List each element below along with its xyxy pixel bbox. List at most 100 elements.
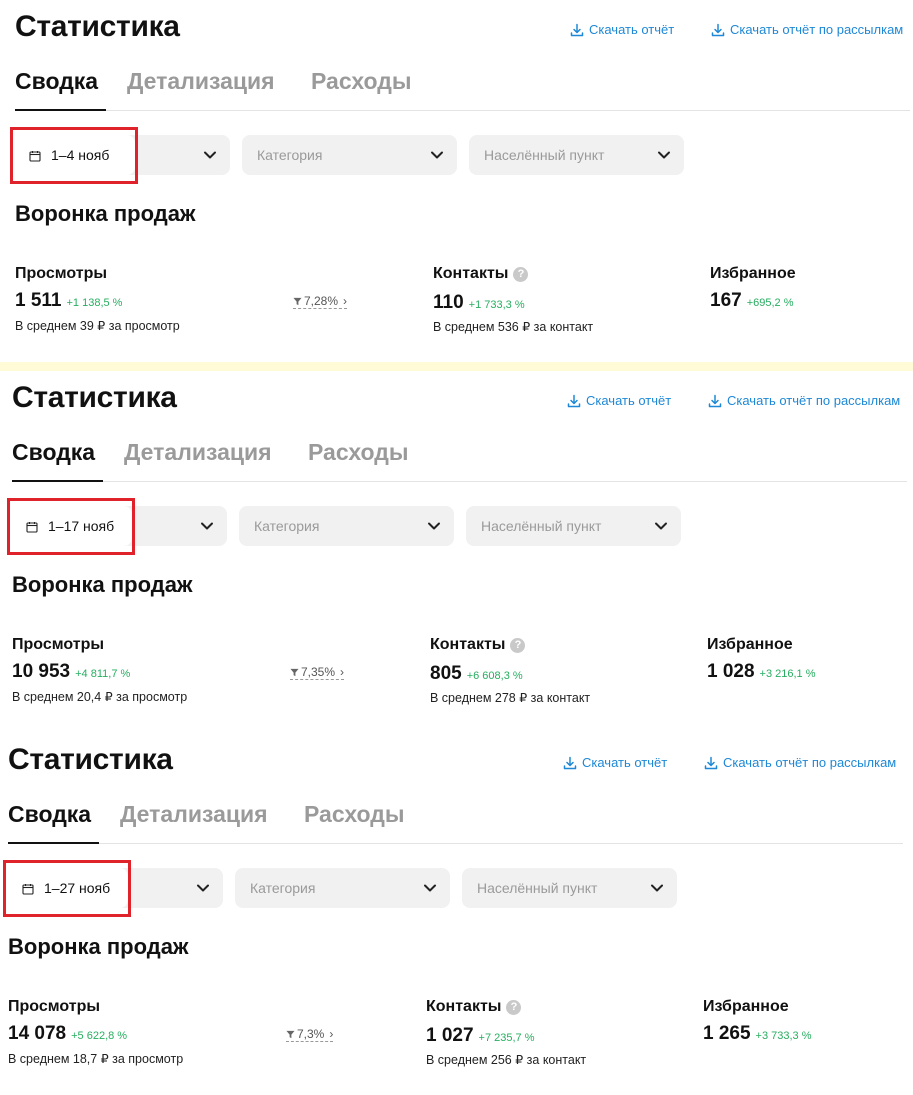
date-range-button[interactable]: 1–27 нояб <box>8 868 128 908</box>
favorites-label: Избранное <box>710 265 796 283</box>
statistics-panel: Статистика Скачать отчёт Скачать отчёт п… <box>0 371 913 733</box>
chevron-down-icon <box>647 878 667 898</box>
contacts-value-row: 110 +1 733,3 % <box>433 292 525 314</box>
download-icon <box>563 756 577 770</box>
funnel-icon <box>293 297 302 306</box>
date-range-select[interactable]: 1–4 нояб <box>15 135 230 175</box>
tab-summary[interactable]: Сводка <box>8 801 91 828</box>
tab-details[interactable]: Детализация <box>120 801 268 828</box>
download-report-link[interactable]: Скачать отчёт <box>570 22 674 37</box>
favorites-value-row: 1 028 +3 216,1 % <box>707 661 816 683</box>
active-tab-underline <box>15 109 106 111</box>
download-report-label: Скачать отчёт <box>582 755 668 770</box>
favorites-value: 167 <box>710 290 742 311</box>
tab-expenses[interactable]: Расходы <box>304 801 405 828</box>
conversion-link[interactable]: 7,3% › <box>286 1027 334 1042</box>
tab-expenses[interactable]: Расходы <box>308 439 409 466</box>
question-icon[interactable]: ? <box>506 999 522 1015</box>
favorites-value: 1 028 <box>707 661 755 682</box>
chevron-down-icon <box>193 878 213 898</box>
date-range-button[interactable]: 1–17 нояб <box>12 506 132 546</box>
views-label: Просмотры <box>8 998 100 1016</box>
chevron-down-icon <box>197 516 217 536</box>
contacts-average: В среднем 278 ₽ за контакт <box>430 691 591 705</box>
contacts-value: 110 <box>433 292 464 313</box>
views-label-text: Просмотры <box>12 636 105 653</box>
date-range-select[interactable]: 1–17 нояб <box>12 506 227 546</box>
category-select[interactable]: Категория <box>242 135 457 175</box>
views-label: Просмотры <box>12 636 104 654</box>
date-range-label: 1–17 нояб <box>48 518 115 534</box>
contacts-value-row: 805 +6 608,3 % <box>430 663 523 685</box>
city-select[interactable]: Населённый пункт <box>462 868 677 908</box>
page-title: Статистика <box>12 381 177 414</box>
favorites-value-row: 167 +695,2 % <box>710 290 794 312</box>
download-mailing-report-link[interactable]: Скачать отчёт по рассылкам <box>708 393 900 408</box>
date-range-select[interactable]: 1–27 нояб <box>8 868 223 908</box>
views-average: В среднем 20,4 ₽ за просмотр <box>12 690 188 704</box>
contacts-average: В среднем 536 ₽ за контакт <box>433 320 594 334</box>
contacts-average: В среднем 256 ₽ за контакт <box>426 1053 587 1067</box>
question-icon[interactable]: ? <box>510 637 526 653</box>
contacts-delta: +1 733,3 % <box>468 299 525 311</box>
tabs-divider <box>15 110 910 111</box>
tab-expenses[interactable]: Расходы <box>311 68 412 95</box>
download-report-link[interactable]: Скачать отчёт <box>563 755 667 770</box>
city-placeholder: Населённый пункт <box>484 147 605 163</box>
download-mailing-report-label: Скачать отчёт по рассылкам <box>730 22 904 37</box>
statistics-panel: Статистика Скачать отчёт Скачать отчёт п… <box>0 0 913 362</box>
contacts-label: Контакты ? <box>426 998 522 1016</box>
views-average: В среднем 39 ₽ за просмотр <box>15 319 180 333</box>
city-placeholder: Населённый пункт <box>477 880 598 896</box>
download-report-link[interactable]: Скачать отчёт <box>567 393 671 408</box>
category-placeholder: Категория <box>250 880 316 896</box>
chevron-right-icon: › <box>340 665 345 679</box>
tab-details[interactable]: Детализация <box>124 439 272 466</box>
tab-summary[interactable]: Сводка <box>15 68 98 95</box>
active-tab-underline <box>8 842 99 844</box>
chevron-down-icon <box>200 145 220 165</box>
sales-funnel-title: Воронка продаж <box>15 201 196 226</box>
views-label-text: Просмотры <box>8 998 101 1015</box>
tab-details[interactable]: Детализация <box>127 68 275 95</box>
chevron-down-icon <box>651 516 671 536</box>
favorites-label-text: Избранное <box>703 998 789 1015</box>
tab-summary[interactable]: Сводка <box>12 439 95 466</box>
download-icon <box>711 23 725 37</box>
contacts-value-row: 1 027 +7 235,7 % <box>426 1025 535 1047</box>
category-select[interactable]: Категория <box>239 506 454 546</box>
download-mailing-report-label: Скачать отчёт по рассылкам <box>727 393 901 408</box>
sales-funnel-title: Воронка продаж <box>8 934 189 959</box>
favorites-label: Избранное <box>707 636 793 654</box>
date-range-label: 1–4 нояб <box>51 147 110 163</box>
question-icon[interactable]: ? <box>513 266 529 282</box>
category-placeholder: Категория <box>254 518 320 534</box>
favorites-delta: +3 216,1 % <box>759 668 816 680</box>
date-range-button[interactable]: 1–4 нояб <box>15 135 135 175</box>
city-select[interactable]: Населённый пункт <box>466 506 681 546</box>
favorites-label: Избранное <box>703 998 789 1016</box>
download-icon <box>704 756 718 770</box>
download-mailing-report-link[interactable]: Скачать отчёт по рассылкам <box>711 22 903 37</box>
contacts-value: 805 <box>430 663 462 684</box>
category-select[interactable]: Категория <box>235 868 450 908</box>
chevron-down-icon <box>654 145 674 165</box>
contacts-label: Контакты ? <box>433 265 529 283</box>
tabs-divider <box>8 843 903 844</box>
funnel-icon <box>290 668 299 677</box>
date-range-label: 1–27 нояб <box>44 880 111 896</box>
conversion-link[interactable]: 7,35% › <box>290 665 345 680</box>
views-value: 10 953 <box>12 661 71 682</box>
calendar-icon <box>22 882 34 895</box>
favorites-value-row: 1 265 +3 733,3 % <box>703 1023 812 1045</box>
download-icon <box>567 394 581 408</box>
chevron-down-icon <box>427 145 447 165</box>
favorites-value: 1 265 <box>703 1023 751 1044</box>
calendar-icon <box>26 520 38 533</box>
download-mailing-report-label: Скачать отчёт по рассылкам <box>723 755 897 770</box>
download-mailing-report-link[interactable]: Скачать отчёт по рассылкам <box>704 755 896 770</box>
city-select[interactable]: Населённый пункт <box>469 135 684 175</box>
download-report-label: Скачать отчёт <box>586 393 672 408</box>
download-icon <box>570 23 584 37</box>
conversion-link[interactable]: 7,28% › <box>293 294 348 309</box>
